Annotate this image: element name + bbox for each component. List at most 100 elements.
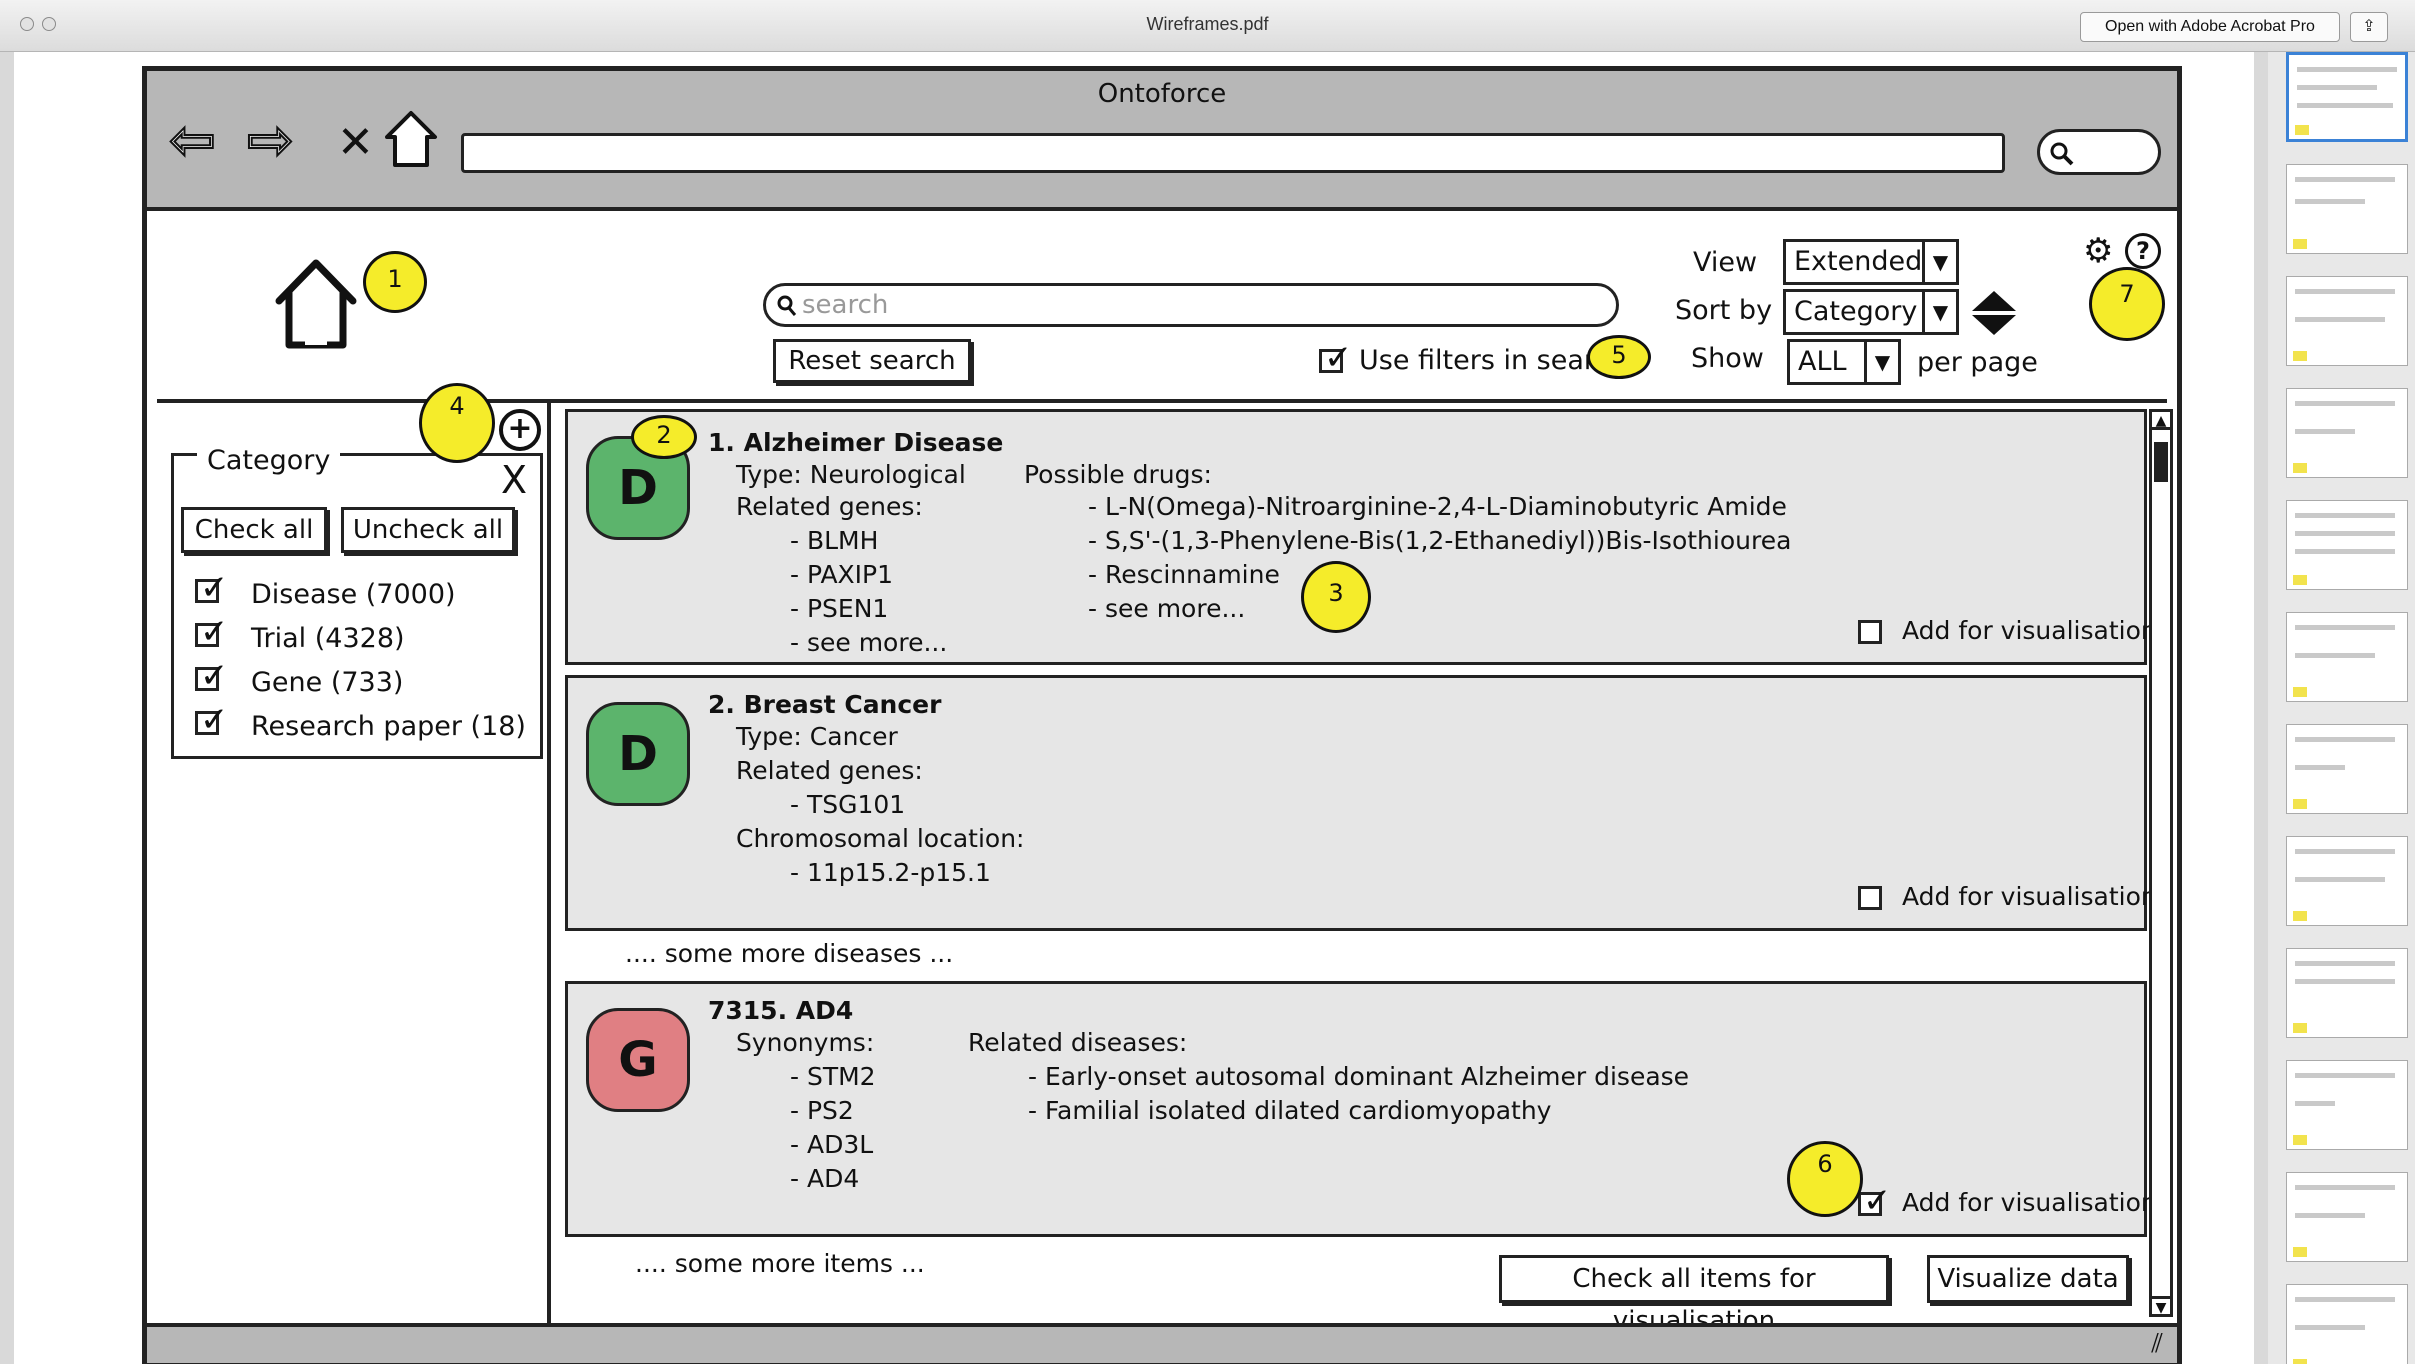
open-with-acrobat-button[interactable]: Open with Adobe Acrobat Pro [2080, 12, 2340, 42]
page-thumbnail[interactable] [2286, 724, 2408, 814]
category-item-label: Trial (4328) [251, 623, 405, 654]
forward-arrow-icon[interactable]: ⇨ [246, 112, 295, 170]
synonym-item: - PS2 [790, 1096, 854, 1125]
see-more-drugs-link[interactable]: - see more... [1088, 594, 1245, 623]
gene-item[interactable]: - PSEN1 [790, 594, 888, 623]
result-card[interactable]: G 7315. AD4 Synonyms: - STM2 - PS2 - AD3… [565, 981, 2157, 1237]
visualize-data-button[interactable]: Visualize data [1927, 1255, 2129, 1303]
page-thumbnail[interactable] [2286, 388, 2408, 478]
visualise-checkbox[interactable] [1858, 886, 1882, 910]
result-title[interactable]: 1. Alzheimer Disease [708, 428, 1003, 457]
visualise-checkbox[interactable] [1858, 620, 1882, 644]
address-bar[interactable] [461, 133, 2005, 173]
chevron-down-icon: ▼ [1922, 292, 1956, 332]
drug-item[interactable]: - S,S'-(1,3-Phenylene-Bis(1,2-Ethanediyl… [1088, 526, 1791, 555]
drug-item[interactable]: - L-N(Omega)-Nitroarginine-2,4-L-Diamino… [1088, 492, 1787, 521]
sort-order-icon[interactable] [1969, 287, 2019, 339]
share-icon[interactable]: ⇪ [2350, 12, 2388, 42]
chevron-down-icon: ▼ [1864, 342, 1898, 382]
show-value: ALL [1798, 346, 1847, 377]
page-thumbnail[interactable] [2286, 612, 2408, 702]
search-icon [777, 295, 797, 316]
reset-search-button[interactable]: Reset search [773, 339, 971, 383]
category-checkbox[interactable]: ✓ [195, 703, 229, 737]
annotation-marker: 6 [1787, 1141, 1863, 1217]
annotation-marker: 3 [1301, 561, 1371, 633]
page-thumbnail[interactable] [2286, 52, 2408, 142]
disease-badge: D [586, 702, 690, 806]
drug-item[interactable]: - Rescinnamine [1088, 560, 1280, 589]
view-dropdown[interactable]: Extended ▼ [1783, 239, 1959, 285]
uncheck-all-button[interactable]: Uncheck all [341, 507, 515, 553]
result-title[interactable]: 7315. AD4 [708, 996, 853, 1025]
browser-home-icon[interactable] [383, 109, 439, 173]
visualise-label: Add for visualisation [1902, 882, 2157, 911]
gene-item[interactable]: - PAXIP1 [790, 560, 893, 589]
related-disease-item[interactable]: - Familial isolated dilated cardiomyopat… [1028, 1096, 1551, 1125]
annotation-marker: 4 [419, 383, 495, 463]
chromosome-label: Chromosomal location: [736, 824, 1025, 853]
use-filters-checkbox[interactable]: ✓ [1319, 341, 1353, 375]
visualise-checkbox[interactable]: ✓ [1858, 1184, 1892, 1218]
result-card[interactable]: D 2. Breast Cancer Type: Cancer Related … [565, 675, 2157, 931]
browser-window: Ontoforce ⇦ ⇨ ✕ search Reset search ✓ Us… [142, 66, 2182, 1364]
category-item-label: Disease (7000) [251, 579, 456, 610]
thumbnail-strip[interactable] [2268, 52, 2415, 1364]
annotation-marker: 5 [1587, 335, 1651, 379]
help-icon[interactable]: ? [2125, 233, 2161, 269]
category-checkbox[interactable]: ✓ [195, 571, 229, 605]
pdf-viewer-titlebar: Wireframes.pdf Open with Adobe Acrobat P… [0, 0, 2415, 52]
scroll-down-icon[interactable]: ▼ [2152, 1296, 2170, 1316]
add-filter-icon[interactable]: + [499, 409, 541, 451]
result-card[interactable]: D 1. Alzheimer Disease Type: Neurologica… [565, 409, 2157, 665]
synonym-item: - AD4 [790, 1164, 860, 1193]
show-dropdown[interactable]: ALL ▼ [1787, 339, 1901, 385]
page-thumbnail[interactable] [2286, 1060, 2408, 1150]
page-thumbnail[interactable] [2286, 1284, 2408, 1364]
visualise-label: Add for visualisation [1902, 1188, 2157, 1217]
gene-item[interactable]: - BLMH [790, 526, 878, 555]
see-more-genes-link[interactable]: - see more... [790, 628, 947, 657]
per-page-label: per page [1917, 347, 2038, 378]
check-all-visualisation-button[interactable]: Check all items for visualisation [1499, 1255, 1889, 1336]
page-thumbnail[interactable] [2286, 500, 2408, 590]
page-thumbnail[interactable] [2286, 948, 2408, 1038]
gear-icon[interactable]: ⚙ [2083, 231, 2113, 271]
more-items-note: .... some more items ... [635, 1249, 925, 1278]
result-title[interactable]: 2. Breast Cancer [708, 690, 941, 719]
sort-dropdown[interactable]: Category ▼ [1783, 289, 1959, 335]
related-disease-item[interactable]: - Early-onset autosomal dominant Alzheim… [1028, 1062, 1689, 1091]
check-all-button[interactable]: Check all [181, 507, 327, 553]
category-checkbox[interactable]: ✓ [195, 615, 229, 649]
chevron-down-icon: ▼ [1922, 242, 1956, 282]
chromosome-value: - 11p15.2-p15.1 [790, 858, 991, 887]
category-checkbox[interactable]: ✓ [195, 659, 229, 693]
related-diseases-label: Related diseases: [968, 1028, 1188, 1057]
use-filters-label: Use filters in search [1359, 345, 1627, 376]
page-thumbnail[interactable] [2286, 164, 2408, 254]
page-thumbnail[interactable] [2286, 276, 2408, 366]
close-filter-icon[interactable]: X [501, 461, 527, 499]
view-value: Extended [1794, 246, 1923, 277]
stop-icon[interactable]: ✕ [337, 117, 374, 168]
visualise-label: Add for visualisation [1902, 616, 2157, 645]
page-thumbnail[interactable] [2286, 836, 2408, 926]
scroll-thumb[interactable] [2154, 442, 2168, 482]
view-label: View [1693, 247, 1758, 278]
synonym-item: - STM2 [790, 1062, 876, 1091]
search-input[interactable]: search [763, 283, 1619, 327]
home-logo-icon[interactable] [273, 257, 359, 357]
possible-drugs-label: Possible drugs: [1024, 460, 1212, 489]
back-arrow-icon[interactable]: ⇦ [168, 112, 217, 170]
search-placeholder: search [802, 290, 889, 320]
gene-item[interactable]: - TSG101 [790, 790, 905, 819]
browser-search-field[interactable] [2037, 129, 2161, 175]
scroll-up-icon[interactable]: ▲ [2152, 412, 2170, 430]
resize-grip-icon[interactable]: ⫽ [2151, 1329, 2163, 1360]
category-legend: Category [197, 445, 341, 476]
result-type: Type: Neurological [736, 460, 966, 489]
page-thumbnail[interactable] [2286, 1172, 2408, 1262]
result-type: Type: Cancer [736, 722, 898, 751]
sidebar-divider [547, 403, 551, 1323]
results-scrollbar[interactable]: ▲ ▼ [2149, 409, 2173, 1317]
